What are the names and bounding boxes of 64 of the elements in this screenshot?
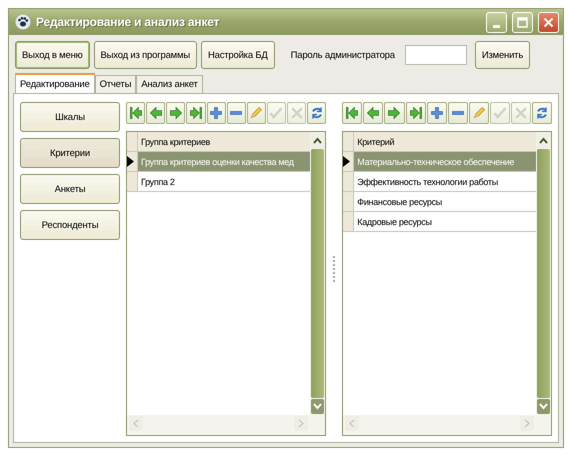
window-title: Редактирование и анализ анкет [36,15,220,29]
toolbar-button[interactable] [468,102,489,124]
password-label: Пароль администратора [290,50,395,60]
toolbar-button[interactable] [363,102,384,124]
row-indicator[interactable] [127,152,138,171]
toolbar-button[interactable] [448,102,468,124]
arrow-icon [148,105,164,121]
plus-icon [208,105,224,121]
toolbar-button[interactable]: Выход из программы [94,41,197,69]
horizontal-scrollbar[interactable] [127,415,326,435]
column-header[interactable]: Группа критериев [138,132,310,151]
toolbar-button[interactable] [246,102,266,124]
tab[interactable]: Редактирование [15,73,95,94]
toolbar-button[interactable]: Настройка БД [200,41,275,69]
maximize-button[interactable] [512,12,533,32]
arrow-icon [188,105,204,121]
minimize-button[interactable] [486,12,507,32]
toolbar-button[interactable] [146,102,166,124]
toolbar-button[interactable] [384,102,405,124]
horizontal-scrollbar[interactable] [343,415,551,435]
arrow-icon [365,105,382,121]
change-button[interactable]: Изменить [474,41,530,69]
arrow-icon [168,105,184,121]
arrow-icon [386,105,402,121]
vertical-scrollbar[interactable] [536,132,551,415]
toolbar-button[interactable] [226,102,246,124]
tab[interactable]: Отчеты [94,75,136,93]
splitter-grip-icon[interactable] [333,254,336,284]
arrow-icon [128,105,144,121]
toolbar-button[interactable] [126,102,146,124]
paw-icon [15,14,31,30]
sidebar-button[interactable]: Шкалы [20,102,120,132]
vertical-scrollbar[interactable] [310,132,326,415]
toolbar-button[interactable] [206,102,226,124]
check-icon [268,105,284,121]
cross-icon [288,105,305,121]
row-pointer-icon [343,156,350,167]
minimize-icon [493,24,500,28]
arrow-icon [344,105,360,121]
toolbar-button[interactable] [406,102,426,124]
cross-icon [512,105,529,121]
toolbar-button[interactable] [532,102,552,124]
column-header[interactable]: Критерий [354,132,536,151]
toolbar-button[interactable]: Выход в меню [15,41,90,69]
row-pointer-icon [127,156,134,167]
toolbar-button[interactable] [166,102,186,124]
toolbar-button[interactable] [426,102,447,124]
sidebar-button[interactable]: Критерии [20,138,120,168]
toolbar-button[interactable] [307,102,326,124]
row-indicator[interactable] [343,152,354,171]
close-button[interactable] [538,12,559,32]
password-field[interactable] [404,45,467,65]
maximize-icon [517,16,528,28]
pencil-icon [470,105,487,121]
sidebar-button[interactable]: Анкеты [20,174,120,204]
close-icon [543,16,554,28]
plus-icon [428,105,445,121]
toolbar-button[interactable] [342,102,362,124]
arrow-icon [408,105,424,121]
pencil-icon [248,105,264,121]
check-icon [492,105,508,121]
toolbar-button[interactable] [186,102,206,124]
sidebar-button[interactable]: Респонденты [20,210,120,240]
tab[interactable]: Анализ анкет [136,75,203,93]
